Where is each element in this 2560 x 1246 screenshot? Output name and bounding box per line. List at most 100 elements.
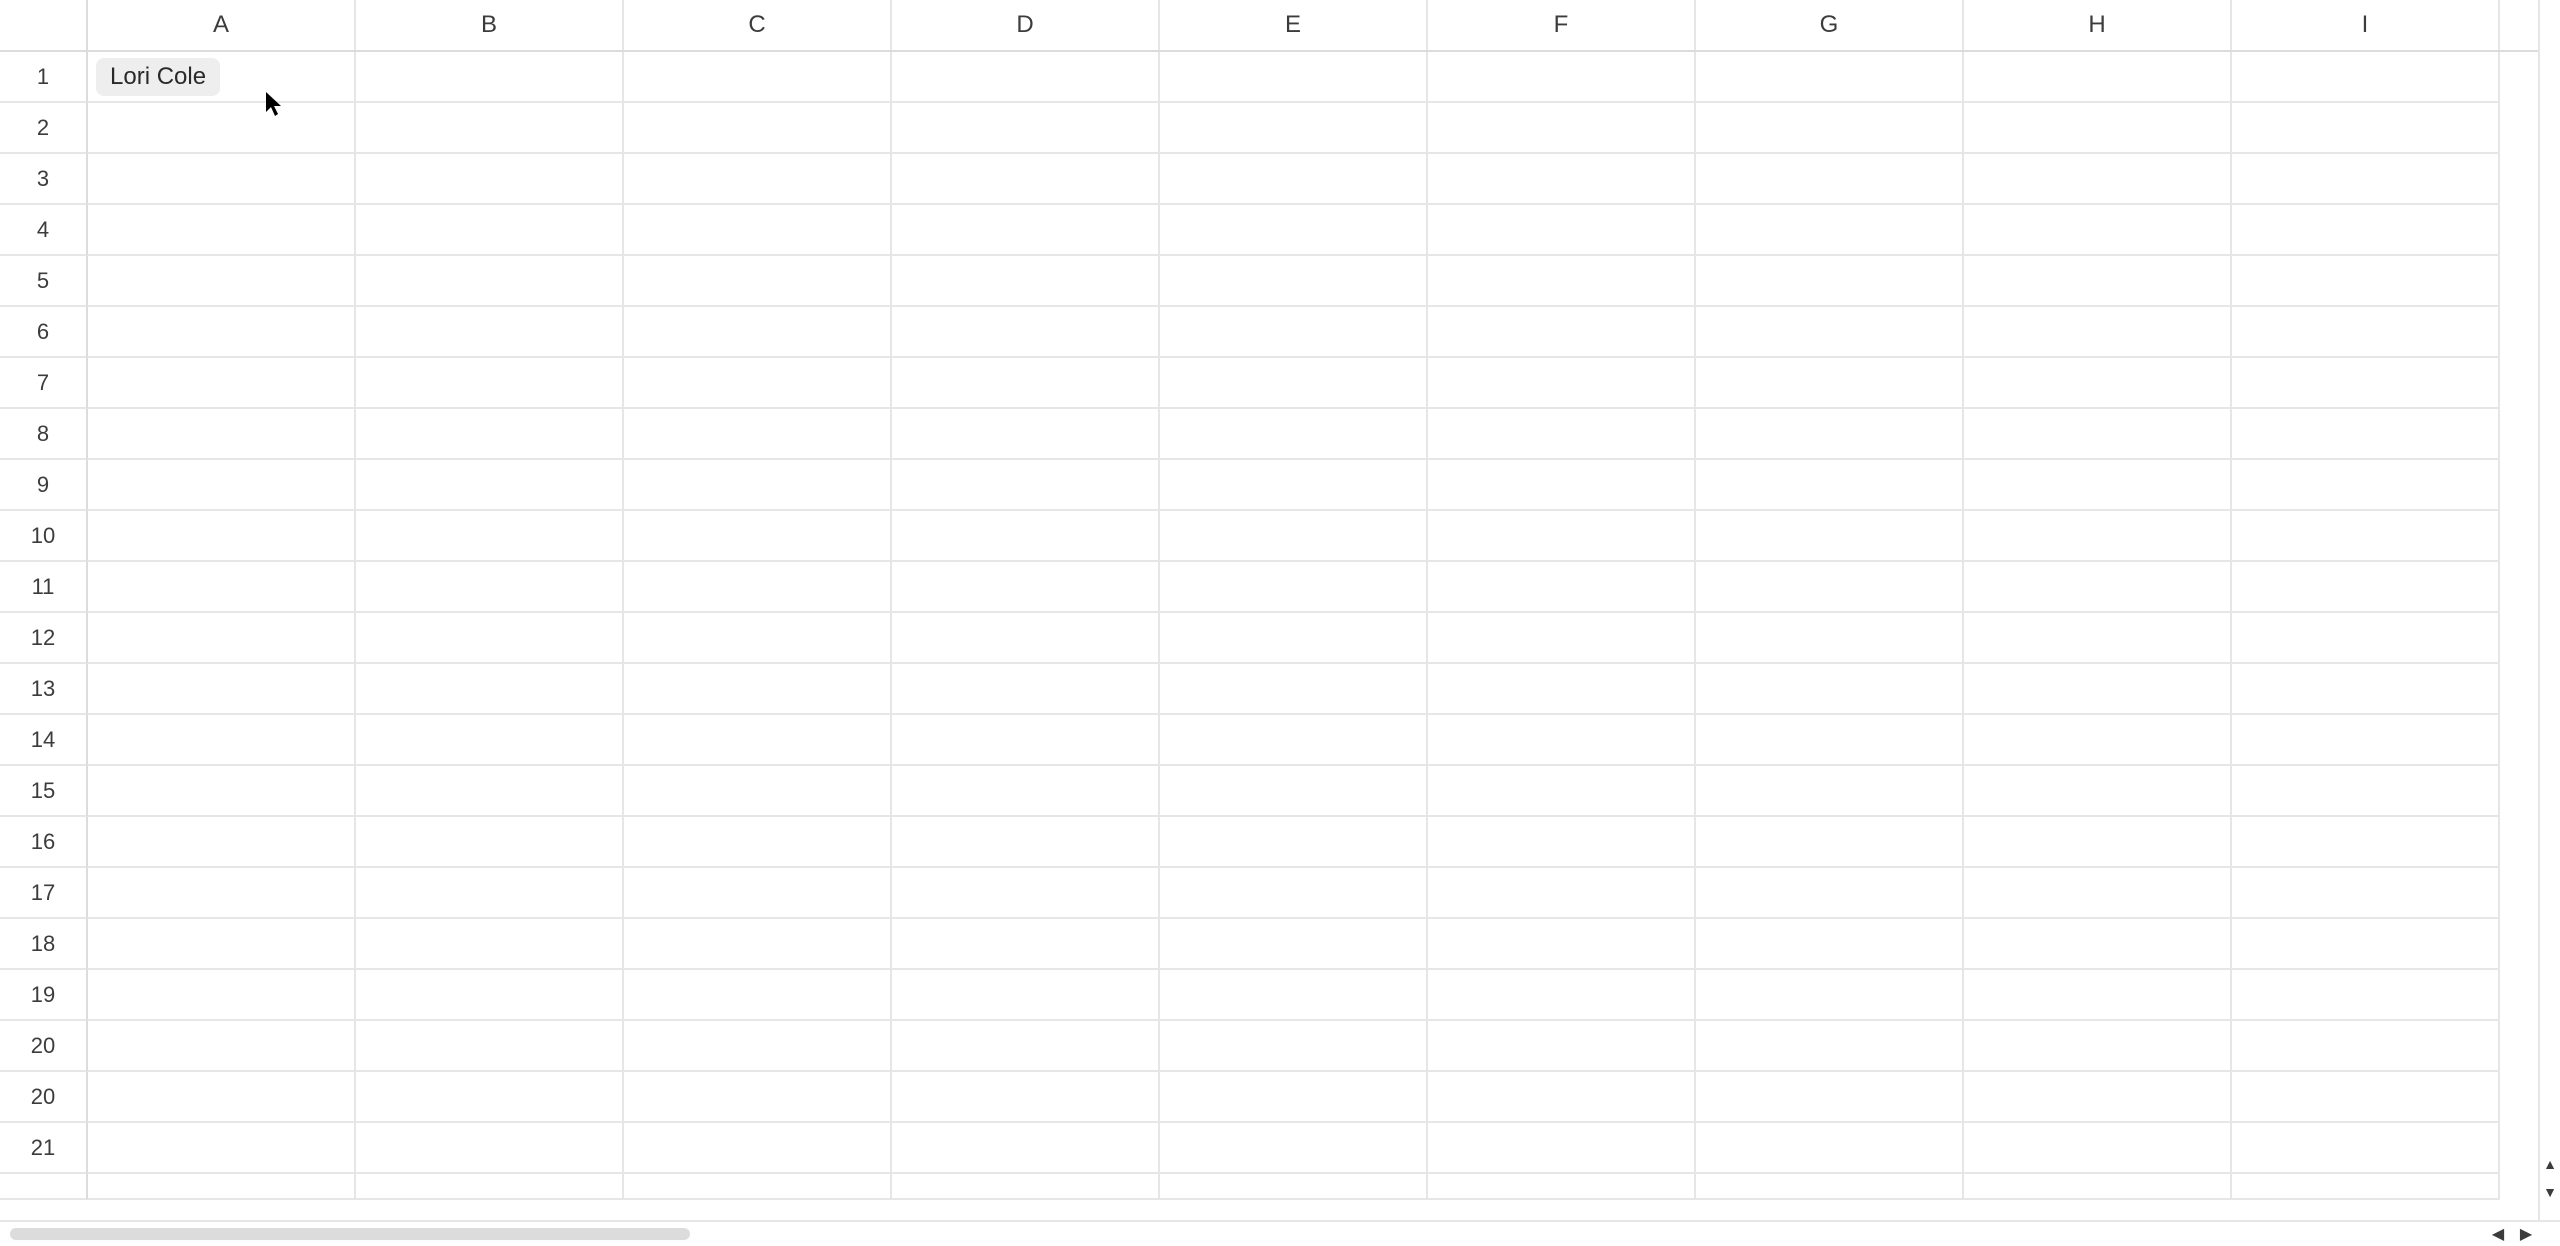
cell-H4[interactable] xyxy=(1964,205,2232,256)
cell-B16[interactable] xyxy=(356,817,624,868)
cell-H21[interactable] xyxy=(1964,1123,2232,1174)
cell-G6[interactable] xyxy=(1696,307,1964,358)
cell-I13[interactable] xyxy=(2232,664,2500,715)
cell-E7[interactable] xyxy=(1160,358,1428,409)
cell-C2[interactable] xyxy=(624,103,892,154)
cell-C12[interactable] xyxy=(624,613,892,664)
cell-I21[interactable] xyxy=(2232,1123,2500,1174)
cell-G18[interactable] xyxy=(1696,919,1964,970)
cell-B7[interactable] xyxy=(356,358,624,409)
cell-B4[interactable] xyxy=(356,205,624,256)
cell-I3[interactable] xyxy=(2232,154,2500,205)
cell-E8[interactable] xyxy=(1160,409,1428,460)
cell-A2[interactable] xyxy=(88,103,356,154)
row-header-7[interactable]: 7 xyxy=(0,358,88,409)
people-chip[interactable]: Lori Cole xyxy=(96,58,220,96)
cell-C20b[interactable] xyxy=(624,1072,892,1123)
cell-A19[interactable] xyxy=(88,970,356,1021)
cell-G20b[interactable] xyxy=(1696,1072,1964,1123)
cell-C21[interactable] xyxy=(624,1123,892,1174)
cell-E4[interactable] xyxy=(1160,205,1428,256)
cell-G13[interactable] xyxy=(1696,664,1964,715)
row-header-14[interactable]: 14 xyxy=(0,715,88,766)
cell-C19[interactable] xyxy=(624,970,892,1021)
cell-A3[interactable] xyxy=(88,154,356,205)
cell-H13[interactable] xyxy=(1964,664,2232,715)
cell-G16[interactable] xyxy=(1696,817,1964,868)
cell-C13[interactable] xyxy=(624,664,892,715)
cell-H5[interactable] xyxy=(1964,256,2232,307)
cell-D14[interactable] xyxy=(892,715,1160,766)
cell-I16[interactable] xyxy=(2232,817,2500,868)
cell-B6[interactable] xyxy=(356,307,624,358)
cell-H16[interactable] xyxy=(1964,817,2232,868)
cell-D3[interactable] xyxy=(892,154,1160,205)
row-header-2[interactable]: 2 xyxy=(0,103,88,154)
cell-H6[interactable] xyxy=(1964,307,2232,358)
cell-A4[interactable] xyxy=(88,205,356,256)
row-header-17[interactable]: 17 xyxy=(0,868,88,919)
cell-I1[interactable] xyxy=(2232,52,2500,103)
cell-F21[interactable] xyxy=(1428,1123,1696,1174)
cell-C22[interactable] xyxy=(624,1174,892,1200)
row-header-8[interactable]: 8 xyxy=(0,409,88,460)
cell-I22[interactable] xyxy=(2232,1174,2500,1200)
row-header-6[interactable]: 6 xyxy=(0,307,88,358)
cell-H3[interactable] xyxy=(1964,154,2232,205)
cell-D10[interactable] xyxy=(892,511,1160,562)
cell-E1[interactable] xyxy=(1160,52,1428,103)
cell-G8[interactable] xyxy=(1696,409,1964,460)
select-all-corner[interactable] xyxy=(0,0,88,50)
column-header-D[interactable]: D xyxy=(892,0,1160,50)
cell-B20b[interactable] xyxy=(356,1072,624,1123)
cell-E14[interactable] xyxy=(1160,715,1428,766)
cell-B13[interactable] xyxy=(356,664,624,715)
cell-C1[interactable] xyxy=(624,52,892,103)
cell-F11[interactable] xyxy=(1428,562,1696,613)
cell-G5[interactable] xyxy=(1696,256,1964,307)
row-header-13[interactable]: 13 xyxy=(0,664,88,715)
cell-E2[interactable] xyxy=(1160,103,1428,154)
cell-D21[interactable] xyxy=(892,1123,1160,1174)
cell-I14[interactable] xyxy=(2232,715,2500,766)
cell-G22[interactable] xyxy=(1696,1174,1964,1200)
row-header-15[interactable]: 15 xyxy=(0,766,88,817)
cell-D20a[interactable] xyxy=(892,1021,1160,1072)
cell-I10[interactable] xyxy=(2232,511,2500,562)
cell-D5[interactable] xyxy=(892,256,1160,307)
cell-H8[interactable] xyxy=(1964,409,2232,460)
cell-G7[interactable] xyxy=(1696,358,1964,409)
row-header-16[interactable]: 16 xyxy=(0,817,88,868)
row-header-20b[interactable]: 20 xyxy=(0,1072,88,1123)
cell-F7[interactable] xyxy=(1428,358,1696,409)
cell-H7[interactable] xyxy=(1964,358,2232,409)
cell-D1[interactable] xyxy=(892,52,1160,103)
scroll-down-icon[interactable]: ▼ xyxy=(2540,1182,2560,1202)
cell-F4[interactable] xyxy=(1428,205,1696,256)
horizontal-scrollbar-track[interactable] xyxy=(10,1228,2470,1240)
cell-D22[interactable] xyxy=(892,1174,1160,1200)
cell-C17[interactable] xyxy=(624,868,892,919)
cell-I7[interactable] xyxy=(2232,358,2500,409)
cell-F5[interactable] xyxy=(1428,256,1696,307)
cell-E19[interactable] xyxy=(1160,970,1428,1021)
cell-H10[interactable] xyxy=(1964,511,2232,562)
row-header-19[interactable]: 19 xyxy=(0,970,88,1021)
cell-F17[interactable] xyxy=(1428,868,1696,919)
cell-I11[interactable] xyxy=(2232,562,2500,613)
cell-E21[interactable] xyxy=(1160,1123,1428,1174)
cell-I17[interactable] xyxy=(2232,868,2500,919)
cell-H17[interactable] xyxy=(1964,868,2232,919)
cell-F13[interactable] xyxy=(1428,664,1696,715)
cell-F8[interactable] xyxy=(1428,409,1696,460)
cell-B20a[interactable] xyxy=(356,1021,624,1072)
cell-B17[interactable] xyxy=(356,868,624,919)
cell-H2[interactable] xyxy=(1964,103,2232,154)
cell-G4[interactable] xyxy=(1696,205,1964,256)
cell-A20b[interactable] xyxy=(88,1072,356,1123)
cell-I19[interactable] xyxy=(2232,970,2500,1021)
cell-C9[interactable] xyxy=(624,460,892,511)
cell-D7[interactable] xyxy=(892,358,1160,409)
row-header-21[interactable]: 21 xyxy=(0,1123,88,1174)
cell-A15[interactable] xyxy=(88,766,356,817)
